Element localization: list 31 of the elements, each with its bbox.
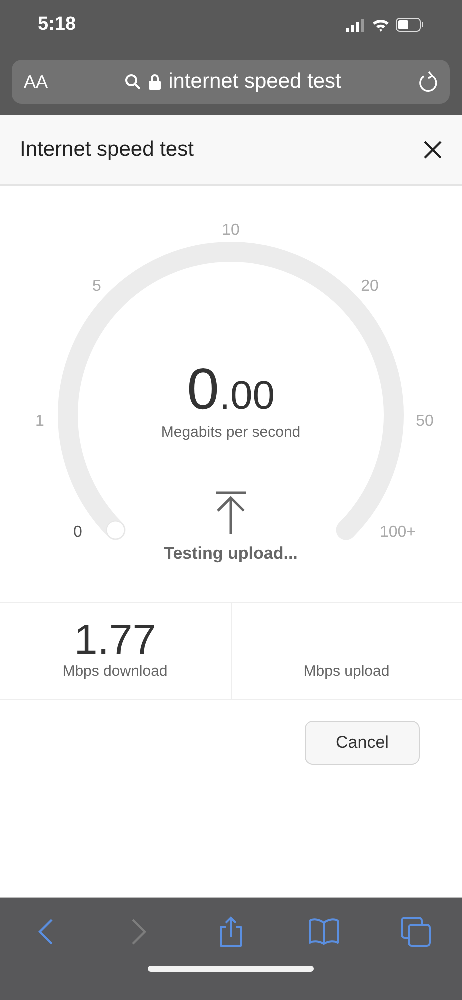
speed-reading: 0.00 xyxy=(187,357,275,422)
result-label: Mbps download xyxy=(62,662,168,682)
page-title: Internet speed test xyxy=(20,136,194,163)
result-value: 1.77 xyxy=(74,618,156,660)
text-size-button[interactable]: AA xyxy=(24,68,48,96)
tabs-icon[interactable] xyxy=(401,917,431,947)
gauge-tick-label: 100+ xyxy=(380,524,416,541)
reload-icon[interactable] xyxy=(418,71,438,93)
gauge-tick-label: 50 xyxy=(416,413,434,430)
book-icon[interactable] xyxy=(308,918,340,946)
wifi-icon xyxy=(372,18,390,32)
result-label: Mbps upload xyxy=(304,662,390,682)
lock-icon xyxy=(148,74,161,90)
status-text: Testing upload... xyxy=(164,544,298,563)
battery-icon xyxy=(396,18,424,32)
gauge-tick-label: 10 xyxy=(222,222,240,239)
gauge-tick-label: 1 xyxy=(36,413,44,430)
clock-time: 5:18 xyxy=(38,12,76,37)
close-icon[interactable] xyxy=(424,140,442,158)
url-text: internet speed test xyxy=(168,69,342,96)
gauge-tick-label: 0 xyxy=(74,524,82,541)
gauge-tick-label: 20 xyxy=(361,278,379,295)
share-icon[interactable] xyxy=(218,916,244,948)
back-icon[interactable] xyxy=(38,918,54,946)
unit-label: Megabits per second xyxy=(161,424,301,441)
cancel-button[interactable]: Cancel xyxy=(305,721,420,765)
search-icon xyxy=(124,74,141,90)
gauge-tick-label: 5 xyxy=(92,278,102,295)
gauge-thumb xyxy=(106,520,126,540)
address-bar[interactable]: AA internet speed test xyxy=(12,60,450,104)
signal-icon xyxy=(346,18,366,32)
